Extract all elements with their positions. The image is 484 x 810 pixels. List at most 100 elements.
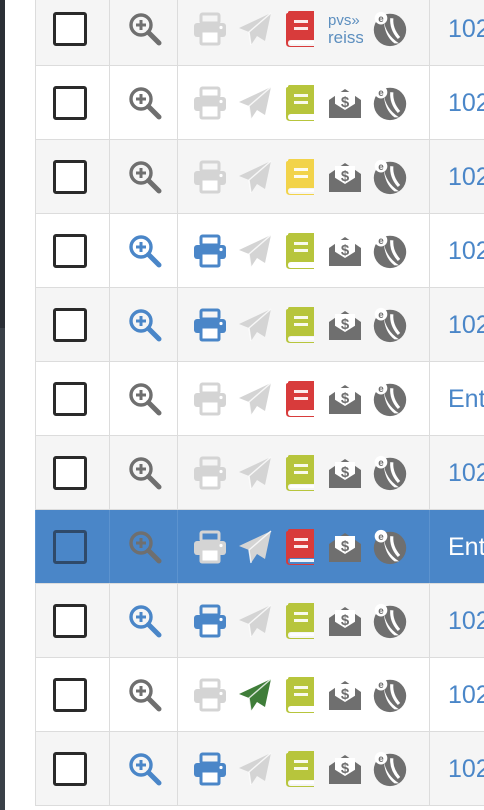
record-id-link[interactable]: 102 — [448, 755, 484, 784]
paper-plane-icon[interactable] — [237, 676, 273, 714]
row-checkbox[interactable] — [53, 233, 87, 268]
e-signature-icon[interactable]: e — [372, 380, 408, 418]
record-id-link[interactable]: Ent — [448, 385, 484, 414]
row-checkbox[interactable] — [53, 307, 87, 342]
envelope-dollar-icon[interactable]: $ — [327, 528, 363, 566]
e-signature-icon[interactable]: e — [372, 454, 408, 492]
table-row[interactable]: $ e 102 — [35, 584, 484, 658]
row-checkbox[interactable] — [53, 381, 87, 416]
paper-plane-icon[interactable] — [237, 454, 273, 492]
printer-icon[interactable] — [192, 306, 228, 344]
book-icon[interactable] — [282, 454, 318, 492]
book-icon[interactable] — [282, 380, 318, 418]
printer-icon[interactable] — [192, 528, 228, 566]
row-checkbox[interactable] — [53, 603, 87, 638]
row-checkbox[interactable] — [53, 11, 87, 46]
envelope-dollar-icon[interactable]: $ — [327, 306, 363, 344]
printer-icon[interactable] — [192, 232, 228, 270]
table-row[interactable]: $ e Ent — [35, 510, 484, 584]
printer-icon[interactable] — [192, 158, 228, 196]
paper-plane-icon[interactable] — [237, 10, 273, 48]
magnify-plus-icon[interactable] — [127, 529, 163, 565]
row-checkbox[interactable] — [53, 529, 87, 564]
e-signature-icon[interactable]: e — [372, 84, 408, 122]
table-row[interactable]: $ e 102 — [35, 214, 484, 288]
table-row[interactable]: $ e 102 — [35, 288, 484, 362]
table-row[interactable]: pvs» reiss e 102 — [35, 0, 484, 66]
printer-icon[interactable] — [192, 84, 228, 122]
magnify-plus-icon[interactable] — [127, 381, 163, 417]
record-id-link[interactable]: Ent — [448, 533, 484, 562]
printer-icon[interactable] — [192, 454, 228, 492]
envelope-dollar-icon[interactable]: $ — [327, 158, 363, 196]
paper-plane-icon[interactable] — [237, 528, 273, 566]
envelope-dollar-icon[interactable]: $ — [327, 380, 363, 418]
record-id-link[interactable]: 102 — [448, 311, 484, 340]
row-checkbox[interactable] — [53, 85, 87, 120]
record-id-link[interactable]: 102 — [448, 681, 484, 710]
paper-plane-icon[interactable] — [237, 158, 273, 196]
paper-plane-icon[interactable] — [237, 380, 273, 418]
e-signature-icon[interactable]: e — [372, 232, 408, 270]
book-icon[interactable] — [282, 306, 318, 344]
e-signature-icon[interactable]: e — [372, 750, 408, 788]
printer-icon[interactable] — [192, 10, 228, 48]
e-signature-icon[interactable]: e — [372, 528, 408, 566]
table-row[interactable]: $ e 102 — [35, 436, 484, 510]
magnify-plus-icon[interactable] — [127, 85, 163, 121]
envelope-dollar-icon[interactable]: $ — [327, 232, 363, 270]
paper-plane-icon[interactable] — [237, 306, 273, 344]
table-row[interactable]: $ e 102 — [35, 140, 484, 214]
envelope-dollar-icon[interactable]: $ — [327, 602, 363, 640]
checkbox-cell — [35, 66, 109, 139]
row-checkbox[interactable] — [53, 455, 87, 490]
row-checkbox[interactable] — [53, 751, 87, 786]
paper-plane-icon[interactable] — [237, 84, 273, 122]
record-id-link[interactable]: 102 — [448, 237, 484, 266]
record-id-link[interactable]: 102 — [448, 607, 484, 636]
book-icon[interactable] — [282, 528, 318, 566]
table-row[interactable]: $ e Ent — [35, 362, 484, 436]
table-row[interactable]: $ e 102 — [35, 658, 484, 732]
envelope-dollar-icon[interactable]: $ — [327, 84, 363, 122]
book-icon[interactable] — [282, 676, 318, 714]
printer-icon[interactable] — [192, 676, 228, 714]
e-signature-icon[interactable]: e — [372, 158, 408, 196]
e-signature-icon[interactable]: e — [372, 10, 408, 48]
envelope-dollar-icon[interactable]: $ — [327, 454, 363, 492]
printer-icon[interactable] — [192, 602, 228, 640]
magnify-plus-icon[interactable] — [127, 603, 163, 639]
record-id-link[interactable]: 102 — [448, 15, 484, 44]
magnify-plus-icon[interactable] — [127, 159, 163, 195]
row-checkbox[interactable] — [53, 677, 87, 712]
magnify-plus-icon[interactable] — [127, 233, 163, 269]
record-id-link[interactable]: 102 — [448, 89, 484, 118]
magnify-plus-icon[interactable] — [127, 455, 163, 491]
envelope-dollar-icon[interactable]: $ — [327, 676, 363, 714]
paper-plane-icon[interactable] — [237, 602, 273, 640]
book-icon[interactable] — [282, 10, 318, 48]
magnify-plus-icon[interactable] — [127, 11, 163, 47]
printer-icon[interactable] — [192, 750, 228, 788]
record-id-link[interactable]: 102 — [448, 459, 484, 488]
book-icon[interactable] — [282, 158, 318, 196]
e-signature-icon[interactable]: e — [372, 676, 408, 714]
book-icon[interactable] — [282, 232, 318, 270]
table-row[interactable]: $ e 102 — [35, 66, 484, 140]
paper-plane-icon[interactable] — [237, 232, 273, 270]
book-icon[interactable] — [282, 750, 318, 788]
book-icon[interactable] — [282, 602, 318, 640]
printer-icon[interactable] — [192, 380, 228, 418]
row-checkbox[interactable] — [53, 159, 87, 194]
pvs-reiss-logo[interactable]: pvs» reiss — [327, 10, 363, 48]
paper-plane-icon[interactable] — [237, 750, 273, 788]
table-row[interactable]: $ e 102 — [35, 732, 484, 806]
e-signature-icon[interactable]: e — [372, 306, 408, 344]
magnify-plus-icon[interactable] — [127, 677, 163, 713]
envelope-dollar-icon[interactable]: $ — [327, 750, 363, 788]
record-id-link[interactable]: 102 — [448, 163, 484, 192]
book-icon[interactable] — [282, 84, 318, 122]
e-signature-icon[interactable]: e — [372, 602, 408, 640]
magnify-plus-icon[interactable] — [127, 751, 163, 787]
magnify-plus-icon[interactable] — [127, 307, 163, 343]
